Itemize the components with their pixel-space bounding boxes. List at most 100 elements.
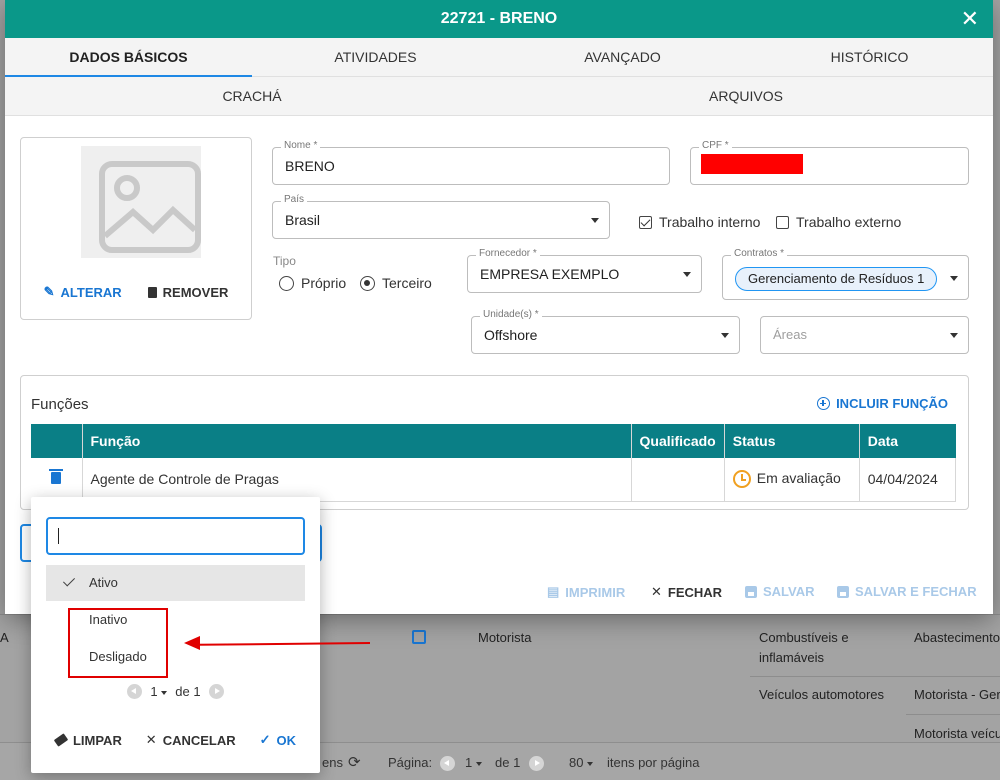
image-placeholder-icon: [81, 146, 201, 258]
photo-card: ✎ ALTERAR REMOVER: [20, 137, 252, 320]
qualificado-cell: [631, 458, 725, 502]
funcoes-panel: Funções INCLUIR FUNÇÃO Função Qualificad…: [20, 375, 969, 510]
prev-page-icon[interactable]: [127, 684, 143, 699]
close-icon[interactable]: ✕: [961, 0, 979, 38]
trash-icon: [147, 286, 157, 298]
cancel-button[interactable]: ✕ CANCELAR: [146, 732, 236, 748]
incluir-funcao-button[interactable]: INCLUIR FUNÇÃO: [817, 396, 948, 411]
print-button[interactable]: ▤ IMPRIMIR: [547, 584, 625, 600]
table-header-row: Função Qualificado Status Data: [31, 424, 956, 458]
tipo-proprio-radio[interactable]: Próprio: [279, 275, 346, 291]
column-header-data[interactable]: Data: [859, 424, 956, 458]
save-and-close-button[interactable]: SALVAR E FECHAR: [837, 584, 977, 599]
pais-value: Brasil: [285, 212, 321, 228]
photo-actions: ✎ ALTERAR REMOVER: [21, 284, 251, 300]
open-external-icon[interactable]: [412, 630, 426, 644]
next-page-icon[interactable]: [529, 756, 544, 771]
status-cell: Em avaliação: [724, 458, 860, 502]
unidades-value: Offshore: [484, 327, 538, 343]
column-header-status[interactable]: Status: [724, 424, 860, 458]
prev-page-icon[interactable]: [440, 756, 455, 771]
change-photo-button[interactable]: ✎ ALTERAR: [44, 284, 122, 300]
chevron-down-icon: [950, 276, 958, 281]
page-select[interactable]: 1: [465, 755, 482, 770]
popup-pager: 1 de 1: [31, 684, 320, 699]
add-circle-icon: [817, 397, 831, 410]
fornecedor-select[interactable]: Fornecedor * EMPRESA EXEMPLO: [467, 248, 702, 293]
pais-label: País: [281, 194, 308, 205]
funcao-cell: Agente de Controle de Pragas: [82, 458, 632, 502]
popup-actions: LIMPAR ✕ CANCELAR ✓ OK: [31, 732, 320, 748]
column-header-actions: [31, 424, 83, 458]
checkbox-checked-icon: [639, 215, 652, 229]
cpf-label: CPF *: [699, 140, 732, 151]
checkbox-icon: [776, 215, 789, 229]
bg-cell: Motorista: [478, 630, 532, 645]
nome-label: Nome *: [281, 140, 321, 151]
ok-button[interactable]: ✓ OK: [260, 732, 296, 748]
per-page-select[interactable]: 80: [569, 755, 594, 770]
areas-select[interactable]: Áreas: [760, 316, 969, 354]
column-header-funcao[interactable]: Função: [82, 424, 632, 458]
save-icon: [745, 585, 757, 598]
option-ativo[interactable]: Ativo: [46, 565, 305, 601]
popup-page-select[interactable]: 1: [150, 684, 168, 699]
items-label: ens: [322, 755, 343, 770]
bg-cell: Abastecimento: [914, 630, 1000, 645]
save-icon: [837, 585, 849, 598]
tipo-label: Tipo: [273, 254, 296, 268]
page-label: Página:: [388, 755, 433, 770]
annotation-arrow-head: [184, 636, 200, 650]
fornecedor-label: Fornecedor *: [476, 248, 540, 259]
tab-arquivos[interactable]: ARQUIVOS: [499, 77, 993, 115]
annotation-highlight-box: [68, 608, 168, 678]
dialog-title: 22721 - BRENO: [440, 10, 558, 27]
save-button[interactable]: SALVAR: [745, 584, 815, 599]
contratos-label: Contratos *: [731, 248, 788, 259]
pencil-icon: ✎: [43, 284, 55, 299]
redacted-value: [701, 154, 803, 174]
radio-selected-icon: [360, 275, 375, 291]
bg-divider: [906, 714, 1000, 715]
remove-photo-button[interactable]: REMOVER: [147, 284, 228, 300]
column-header-qualificado[interactable]: Qualificado: [631, 424, 725, 458]
check-icon: ✓: [259, 732, 271, 747]
tab-avancado[interactable]: AVANÇADO: [499, 38, 746, 76]
radio-icon: [279, 275, 294, 291]
contrato-chip[interactable]: Gerenciamento de Resíduos 1: [735, 267, 938, 291]
trabalho-interno-checkbox[interactable]: Trabalho interno: [639, 214, 760, 230]
clear-button[interactable]: LIMPAR: [53, 732, 122, 748]
bg-cell: Motorista - Ger: [914, 687, 1000, 702]
tab-historico[interactable]: HISTÓRICO: [746, 38, 993, 76]
page-of-label: de 1: [495, 755, 521, 770]
cpf-field[interactable]: CPF *: [690, 140, 969, 185]
print-icon: ▤: [547, 584, 560, 599]
tab-atividades[interactable]: ATIVIDADES: [252, 38, 499, 76]
chevron-down-icon: [950, 333, 958, 338]
eraser-icon: [53, 733, 69, 747]
fechar-button[interactable]: ✕ FECHAR: [651, 584, 722, 600]
tab-dados-basicos[interactable]: DADOS BÁSICOS: [5, 38, 252, 77]
bg-cell: A: [0, 630, 9, 645]
next-page-icon[interactable]: [208, 684, 224, 699]
pais-select[interactable]: País Brasil: [272, 194, 610, 239]
dialog-header: 22721 - BRENO ✕: [5, 0, 993, 38]
bg-cell: Veículos automotores: [759, 687, 885, 702]
clock-icon: [732, 470, 751, 489]
refresh-icon[interactable]: ⟳: [348, 753, 361, 771]
chevron-down-icon: [683, 272, 691, 277]
row-actions-cell: [31, 458, 83, 502]
status-search-input[interactable]: [46, 517, 305, 555]
funcoes-table: Função Qualificado Status Data Agente de…: [31, 424, 957, 502]
table-row: Agente de Controle de Pragas Em avaliaçã…: [31, 458, 957, 502]
contratos-select[interactable]: Contratos * Gerenciamento de Resíduos 1: [722, 248, 969, 300]
nome-field[interactable]: Nome * BRENO: [272, 140, 670, 185]
close-icon: ✕: [145, 732, 157, 747]
delete-icon[interactable]: [49, 469, 64, 485]
tabs-row-1: DADOS BÁSICOS ATIVIDADES AVANÇADO HISTÓR…: [5, 38, 993, 77]
tipo-terceiro-radio[interactable]: Terceiro: [360, 275, 432, 291]
unidades-select[interactable]: Unidade(s) * Offshore: [471, 309, 740, 354]
trabalho-externo-checkbox[interactable]: Trabalho externo: [776, 214, 901, 230]
status-text: Em avaliação: [756, 470, 841, 487]
tab-cracha[interactable]: CRACHÁ: [5, 77, 499, 115]
